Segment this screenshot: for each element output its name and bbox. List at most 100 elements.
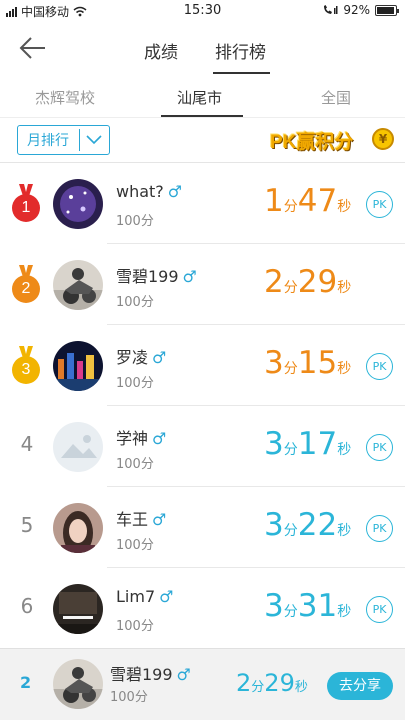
my-rank-number: 2 — [20, 673, 32, 692]
user-points: 100分 — [116, 457, 154, 472]
pk-button[interactable]: PK — [366, 353, 393, 380]
user-name: 雪碧199 ♂ — [116, 263, 197, 287]
pk-button[interactable]: PK — [366, 191, 393, 218]
header: 成绩 排行榜 — [0, 22, 405, 74]
user-points: 100分 — [116, 376, 154, 391]
status-right: 92% — [322, 3, 399, 17]
time-seconds-unit: 秒 — [337, 199, 352, 215]
avatar[interactable] — [53, 260, 103, 310]
best-time: 2分29秒 — [264, 264, 351, 300]
user-points: 100分 — [116, 538, 154, 553]
pk-button[interactable]: PK — [366, 515, 393, 542]
my-name: 雪碧199 ♂ — [110, 661, 191, 685]
rank-number: 6 — [20, 594, 34, 618]
time-seconds: 31 — [297, 588, 338, 624]
scope-tab-indicator — [161, 115, 243, 117]
tab-national[interactable]: 全国 — [321, 87, 351, 108]
chevron-down-icon — [80, 135, 109, 145]
user-points: 100分 — [116, 214, 154, 229]
my-minutes: 2 — [236, 669, 252, 697]
tab-leaderboard[interactable]: 排行榜 — [215, 38, 266, 63]
male-icon: ♂ — [159, 587, 174, 606]
arrow-left-icon — [19, 37, 45, 59]
pk-earn-points-banner[interactable]: PK赢积分 ¥ — [270, 123, 394, 157]
medal-rank: 2 — [12, 275, 40, 303]
medal-icon: 1 — [11, 184, 41, 224]
time-minutes: 3 — [264, 507, 284, 543]
time-minutes-unit: 分 — [283, 361, 298, 377]
medal-icon: 3 — [11, 346, 41, 386]
avatar[interactable] — [53, 341, 103, 391]
avatar[interactable] — [53, 179, 103, 229]
my-points: 100分 — [110, 690, 148, 705]
battery-icon — [375, 4, 399, 16]
best-time: 3分15秒 — [264, 345, 351, 381]
medal-icon: 2 — [11, 265, 41, 305]
time-minutes: 3 — [264, 426, 284, 462]
time-minutes-unit: 分 — [283, 523, 298, 539]
period-dropdown[interactable]: 月排行 — [17, 125, 110, 155]
my-seconds-unit: 秒 — [294, 680, 308, 695]
username: what? — [116, 182, 164, 201]
time-seconds-unit: 秒 — [337, 523, 352, 539]
best-time: 3分17秒 — [264, 426, 351, 462]
medal-rank: 1 — [12, 194, 40, 222]
share-button[interactable]: 去分享 — [327, 672, 393, 700]
time-minutes: 3 — [264, 588, 284, 624]
time-minutes-unit: 分 — [283, 604, 298, 620]
ranking-row[interactable]: 6 Lim7 ♂ 100分 3分31秒 PK — [0, 568, 405, 649]
time-seconds-unit: 秒 — [337, 604, 352, 620]
user-name: 罗凌 ♂ — [116, 344, 166, 368]
ranking-row[interactable]: 1 what? ♂ 100分 1分47秒 PK — [0, 163, 405, 244]
user-name: 车王 ♂ — [116, 506, 166, 530]
pk-button[interactable]: PK — [366, 596, 393, 623]
best-time: 3分31秒 — [264, 588, 351, 624]
time-minutes-unit: 分 — [283, 442, 298, 458]
avatar[interactable] — [53, 584, 103, 634]
ranking-row[interactable]: 5 车王 ♂ 100分 3分22秒 PK — [0, 487, 405, 568]
avatar[interactable] — [53, 422, 103, 472]
rank-number: 4 — [20, 432, 34, 456]
time-minutes: 3 — [264, 345, 284, 381]
coin-icon: ¥ — [372, 128, 394, 150]
time-seconds-unit: 秒 — [337, 442, 352, 458]
time-minutes: 1 — [264, 183, 284, 219]
user-name: what? ♂ — [116, 182, 182, 201]
male-icon: ♂ — [152, 429, 167, 448]
user-name: 学神 ♂ — [116, 425, 166, 449]
male-icon: ♂ — [152, 510, 167, 529]
username: Lim7 — [116, 587, 156, 606]
ranking-row[interactable]: 3 罗凌 ♂ 100分 3分15秒 PK — [0, 325, 405, 406]
time-seconds: 47 — [297, 183, 338, 219]
user-name: Lim7 ♂ — [116, 587, 173, 606]
time-seconds: 17 — [297, 426, 338, 462]
time-seconds-unit: 秒 — [337, 361, 352, 377]
my-best-time: 2分29秒 — [236, 669, 308, 697]
back-button[interactable] — [18, 34, 48, 62]
tab-scores[interactable]: 成绩 — [144, 38, 178, 63]
avatar — [53, 659, 103, 709]
battery-percent: 92% — [343, 3, 370, 17]
male-icon: ♂ — [176, 665, 191, 684]
my-rank-bar: 2 雪碧199 ♂ 100分 2分29秒 去分享 — [0, 648, 405, 720]
avatar[interactable] — [53, 503, 103, 553]
pk-banner-text: PK赢积分 — [270, 132, 354, 153]
pk-button[interactable]: PK — [366, 434, 393, 461]
ranking-row[interactable]: 4 学神 ♂ 100分 3分17秒 PK — [0, 406, 405, 487]
time-seconds-unit: 秒 — [337, 280, 352, 296]
ranking-row[interactable]: 2 雪碧199 ♂ 100分 2分29秒 — [0, 244, 405, 325]
time-minutes-unit: 分 — [283, 280, 298, 296]
user-points: 100分 — [116, 619, 154, 634]
username: 车王 — [116, 510, 149, 529]
my-seconds: 29 — [264, 669, 295, 697]
time-minutes: 2 — [264, 264, 284, 300]
username: 雪碧199 — [116, 267, 179, 286]
tab-school[interactable]: 杰辉驾校 — [35, 87, 95, 108]
username: 学神 — [116, 429, 149, 448]
time-seconds: 22 — [297, 507, 338, 543]
tab-city[interactable]: 汕尾市 — [177, 87, 222, 108]
best-time: 3分22秒 — [264, 507, 351, 543]
male-icon: ♂ — [152, 348, 167, 367]
rank-number: 5 — [20, 513, 34, 537]
male-icon: ♂ — [167, 182, 183, 201]
